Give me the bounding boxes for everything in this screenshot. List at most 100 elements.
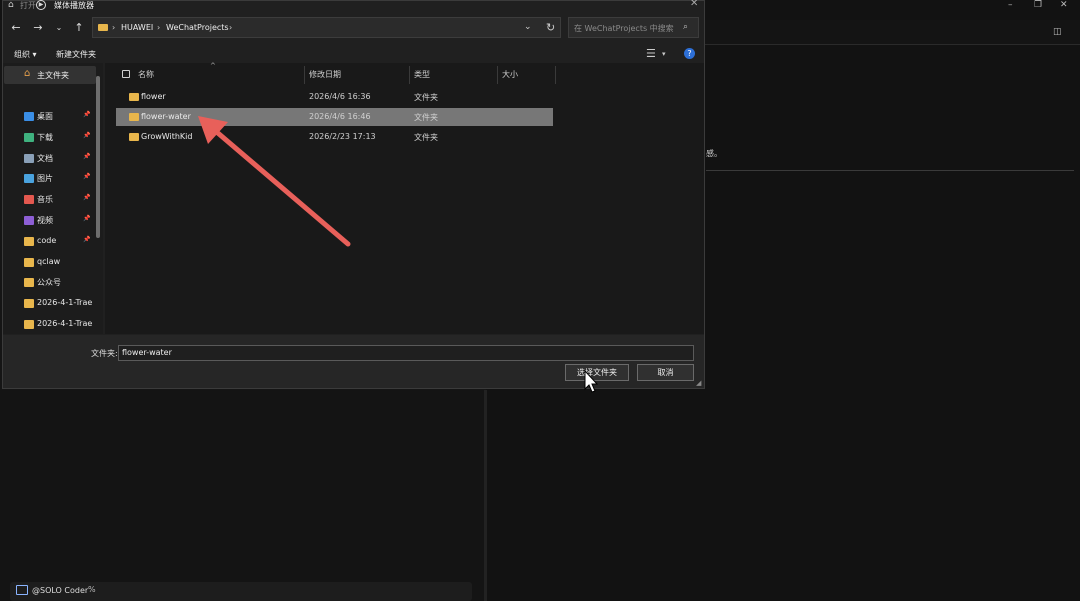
column-header-name[interactable]: 名称 xyxy=(138,69,154,80)
sidebar-scrollbar[interactable] xyxy=(96,76,100,238)
minimize-icon[interactable]: – xyxy=(1008,0,1013,10)
resize-grip-icon[interactable]: ◢ xyxy=(696,379,701,387)
folder-label: 文件夹: xyxy=(91,349,118,358)
status-agent-label[interactable]: @SOLO Coder xyxy=(32,586,88,595)
folder-icon xyxy=(24,299,34,309)
window-controls: – ❐ ✕ xyxy=(930,0,1080,12)
dialog-title: 媒体播放器 xyxy=(54,1,94,10)
file-type: 文件夹 xyxy=(414,133,438,142)
breadcrumb-chevron-icon[interactable]: › xyxy=(157,23,160,32)
back-arrow-icon[interactable]: ← xyxy=(8,20,24,36)
sidebar-item-label: 公众号 xyxy=(37,278,61,288)
folder-icon xyxy=(24,236,34,246)
background-editor-header: ◫ xyxy=(705,20,1080,45)
file-type: 文件夹 xyxy=(414,113,438,122)
sidebar-item-label: 文档 xyxy=(37,153,53,163)
background-panel-splitter[interactable] xyxy=(484,390,487,601)
new-folder-button[interactable]: 新建文件夹 xyxy=(56,49,96,60)
home-icon: ⌂ xyxy=(24,68,31,79)
search-input[interactable]: 在 WeChatProjects 中搜索 xyxy=(568,17,699,38)
sidebar-item[interactable]: 公众号 xyxy=(4,274,96,291)
column-divider[interactable] xyxy=(304,66,305,84)
sidebar-item[interactable]: 文档 📌 xyxy=(4,150,96,167)
background-left-panel xyxy=(0,390,486,601)
maximize-icon[interactable]: ❐ xyxy=(1034,0,1042,10)
document-icon xyxy=(24,153,34,163)
up-arrow-icon[interactable]: ↑ xyxy=(71,20,87,36)
view-dropdown-icon[interactable]: ▾ xyxy=(662,50,666,58)
sidebar-item[interactable]: 图片 📌 xyxy=(4,170,96,187)
sidebar-item[interactable]: 桌面 📌 xyxy=(4,108,96,125)
terminal-icon xyxy=(16,585,28,595)
split-editor-icon[interactable]: ◫ xyxy=(1053,27,1062,37)
breadcrumb-wechatprojects[interactable]: WeChatProjects xyxy=(166,23,229,32)
help-icon[interactable]: ? xyxy=(684,48,695,59)
video-icon xyxy=(24,216,34,225)
pin-icon[interactable]: 📌 xyxy=(83,111,90,118)
folder-icon xyxy=(129,133,139,141)
media-player-icon: ▶ xyxy=(36,0,46,10)
forward-arrow-icon[interactable]: → xyxy=(30,20,46,36)
folder-icon xyxy=(24,257,34,267)
column-header-size[interactable]: 大小 xyxy=(502,69,518,80)
cancel-button[interactable]: 取消 xyxy=(637,364,694,381)
file-name: flower-water xyxy=(141,112,191,121)
home-icon: ⌂ xyxy=(8,0,14,10)
sidebar-item-label: 桌面 xyxy=(37,112,53,121)
pin-icon[interactable]: 📌 xyxy=(83,194,90,201)
file-name: GrowWithKid xyxy=(141,132,193,141)
status-extra[interactable]: % xyxy=(88,585,96,594)
organize-button[interactable]: 组织 ▾ xyxy=(14,49,37,60)
folder-icon xyxy=(129,113,139,121)
close-window-icon[interactable]: ✕ xyxy=(1060,0,1068,10)
search-icon[interactable]: ⌕ xyxy=(683,22,688,32)
address-bar[interactable] xyxy=(92,17,561,38)
pin-icon[interactable]: 📌 xyxy=(83,236,90,243)
recent-chevron-down-icon[interactable]: ⌄ xyxy=(51,20,67,36)
sidebar-item-label: 下载 xyxy=(37,132,53,142)
pin-icon[interactable]: 📌 xyxy=(83,173,90,180)
title-fragment: 打开 xyxy=(20,1,36,10)
background-text-fragment: 感。 xyxy=(706,149,722,158)
breadcrumb-huawei[interactable]: HUAWEI xyxy=(121,23,153,32)
folder-name-input[interactable]: flower-water xyxy=(118,345,694,361)
folder-icon xyxy=(24,320,34,329)
sidebar-item[interactable]: 视频 📌 xyxy=(4,212,96,229)
column-divider[interactable] xyxy=(497,66,498,84)
dialog-close-icon[interactable]: ✕ xyxy=(690,0,698,9)
folder-icon xyxy=(129,93,139,101)
breadcrumb-chevron-icon[interactable]: › xyxy=(229,23,232,32)
pin-icon[interactable]: 📌 xyxy=(83,153,90,160)
file-name: flower xyxy=(141,92,166,101)
sidebar-item-home[interactable]: ⌂ 主文件夹 xyxy=(4,66,96,84)
annotation-arrow xyxy=(198,116,351,247)
pictures-icon xyxy=(24,174,34,184)
refresh-icon[interactable]: ↻ xyxy=(546,21,555,34)
sidebar-item[interactable]: code 📌 xyxy=(4,233,96,250)
sort-ascending-icon: ^ xyxy=(210,62,216,70)
select-all-checkbox[interactable] xyxy=(122,70,130,78)
desktop-icon xyxy=(24,112,34,121)
file-row[interactable]: flower 2026/4/6 16:36 文件夹 xyxy=(116,88,553,106)
breadcrumb-chevron-icon[interactable]: › xyxy=(112,23,115,32)
view-list-icon[interactable]: ☰ xyxy=(646,47,656,60)
download-icon xyxy=(24,132,34,142)
address-dropdown-chevron-icon[interactable]: ⌄ xyxy=(524,22,532,32)
music-icon xyxy=(24,195,34,205)
column-header-type[interactable]: 类型 xyxy=(414,69,430,80)
sidebar-item[interactable]: 2026-4-1-Trae xyxy=(4,316,96,333)
sidebar-item[interactable]: 音乐 📌 xyxy=(4,191,96,208)
sidebar-item-label: code xyxy=(37,235,57,245)
column-divider[interactable] xyxy=(555,66,556,84)
sidebar-item-label: 视频 xyxy=(37,216,53,225)
sidebar-item-label: 2026-4-1-Trae xyxy=(37,298,93,308)
pin-icon[interactable]: 📌 xyxy=(83,215,90,222)
background-divider xyxy=(706,170,1074,171)
column-header-date[interactable]: 修改日期 xyxy=(309,69,341,80)
sidebar-item[interactable]: 下载 📌 xyxy=(4,129,96,146)
pin-icon[interactable]: 📌 xyxy=(83,132,90,139)
sidebar-item[interactable]: qclaw xyxy=(4,254,96,271)
sidebar-item[interactable]: 2026-4-1-Trae xyxy=(4,295,96,312)
column-divider[interactable] xyxy=(409,66,410,84)
folder-icon xyxy=(24,278,34,288)
